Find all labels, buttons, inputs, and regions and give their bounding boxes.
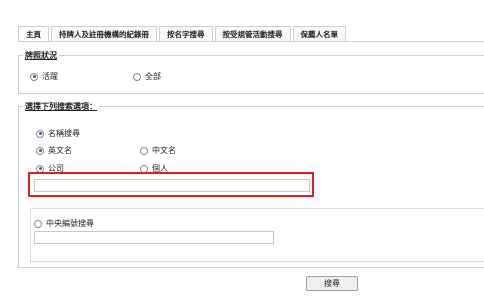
name-search-option[interactable]: 名稱搜尋 bbox=[36, 128, 80, 139]
central-number-input[interactable] bbox=[34, 231, 274, 244]
tab-search-by-name[interactable]: 按名字搜尋 bbox=[159, 26, 213, 42]
tab-bar: 主頁 持牌人及註冊機構的紀錄冊 按名字搜尋 按受規管活動搜尋 保薦人名單 bbox=[18, 26, 348, 42]
radio-active[interactable] bbox=[30, 72, 38, 81]
radio-chinese-name[interactable] bbox=[140, 146, 148, 155]
name-search-label: 名稱搜尋 bbox=[48, 129, 80, 138]
status-active-option[interactable]: 活躍 bbox=[30, 71, 58, 82]
radio-all[interactable] bbox=[133, 72, 141, 81]
tab-sponsor-list[interactable]: 保薦人名單 bbox=[292, 26, 346, 42]
status-all-label: 全部 bbox=[145, 72, 161, 81]
english-name-label: 英文名 bbox=[48, 146, 72, 155]
tab-register[interactable]: 持牌人及註冊機構的紀錄冊 bbox=[51, 26, 157, 42]
tab-search-by-activity[interactable]: 按受規管活動搜尋 bbox=[214, 26, 291, 42]
license-status-group: 牌照狀況 bbox=[18, 50, 484, 94]
english-name-option[interactable]: 英文名 bbox=[36, 145, 72, 156]
status-active-label: 活躍 bbox=[42, 72, 58, 81]
central-number-label: 中央編號搜尋 bbox=[46, 219, 94, 228]
search-options-legend: 選擇下列搜索選項： bbox=[25, 102, 97, 111]
radio-name-search[interactable] bbox=[36, 129, 44, 138]
radio-central-number[interactable] bbox=[34, 219, 42, 228]
chinese-name-label: 中文名 bbox=[152, 146, 176, 155]
chinese-name-option[interactable]: 中文名 bbox=[140, 145, 176, 156]
search-button[interactable]: 搜尋 bbox=[306, 276, 358, 291]
central-number-option[interactable]: 中央編號搜尋 bbox=[34, 218, 94, 229]
status-all-option[interactable]: 全部 bbox=[133, 71, 161, 82]
highlight-box bbox=[28, 172, 314, 197]
tab-divider bbox=[18, 41, 484, 42]
radio-english-name[interactable] bbox=[36, 146, 44, 155]
license-status-legend: 牌照狀況 bbox=[25, 51, 57, 60]
tab-home[interactable]: 主頁 bbox=[18, 26, 49, 42]
